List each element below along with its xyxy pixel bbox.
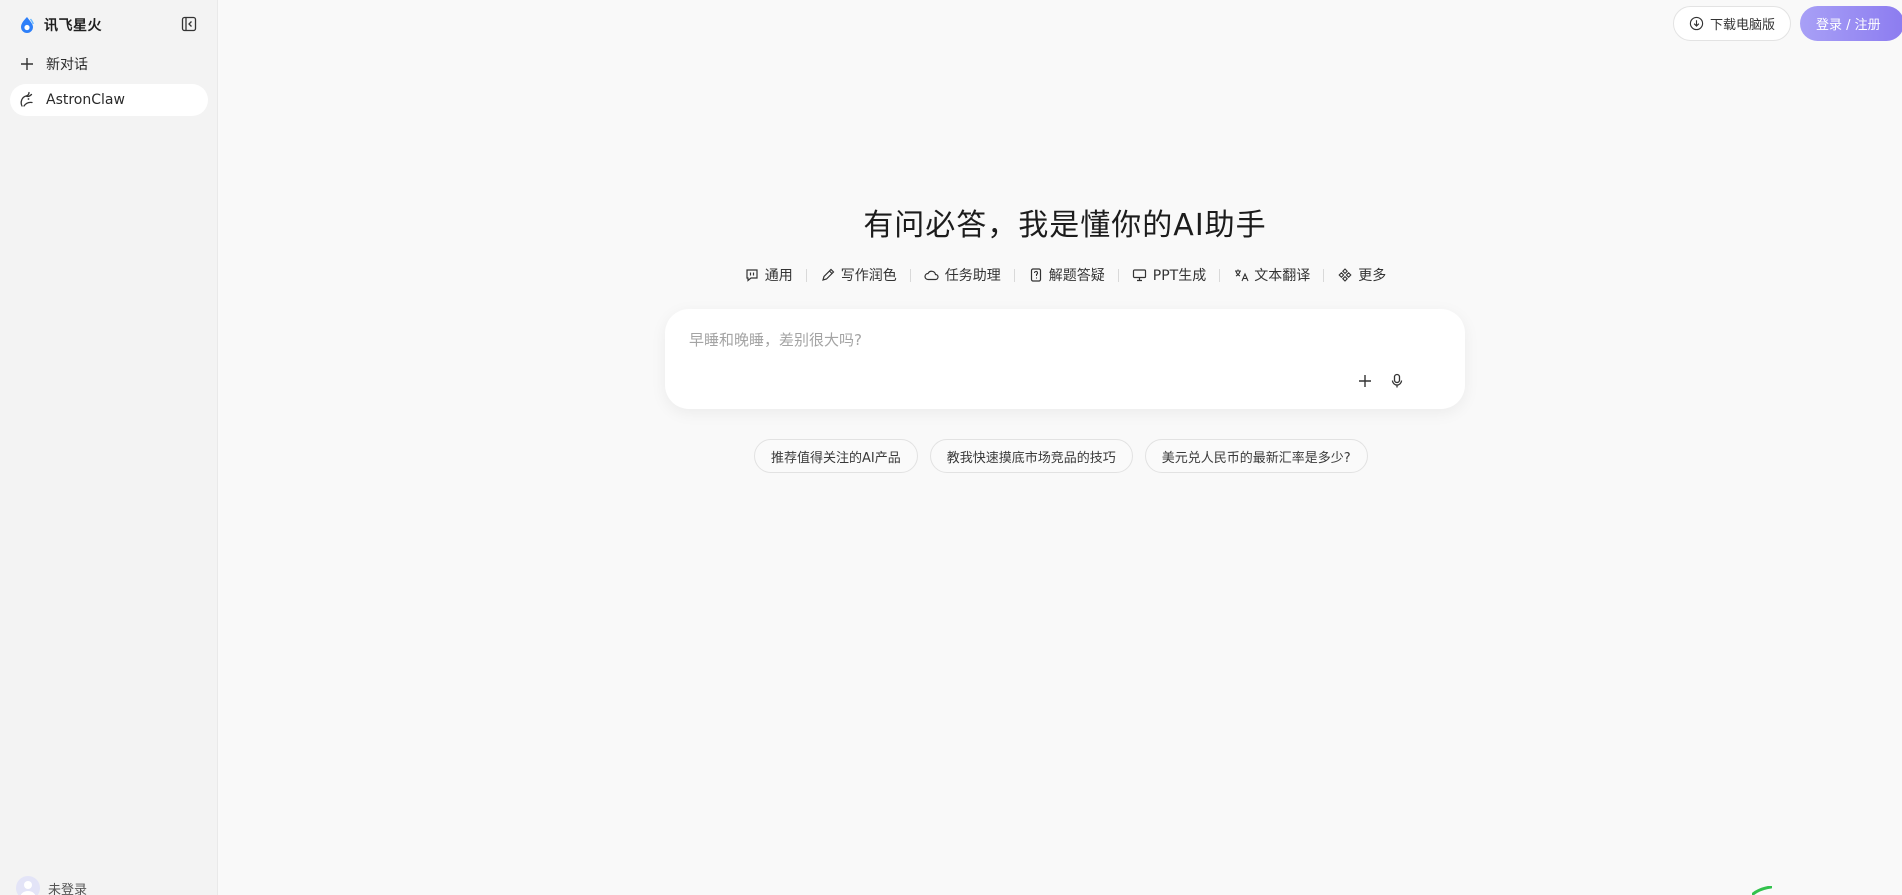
tab-label: 更多 xyxy=(1358,268,1387,284)
spark-logo-icon xyxy=(18,16,36,34)
translate-icon xyxy=(1233,267,1249,283)
download-label: 下载电脑版 xyxy=(1709,18,1775,33)
page-title: 有问必答，我是懂你的AI助手 xyxy=(863,208,1267,243)
suggestion-chip[interactable]: 教我快速摸底市场竞品的技巧 xyxy=(929,439,1133,473)
voice-input-button[interactable] xyxy=(1387,371,1407,391)
microphone-icon xyxy=(1391,373,1403,388)
plus-icon xyxy=(18,55,36,73)
new-chat-button[interactable]: 新对话 xyxy=(10,48,208,80)
tab-more[interactable]: 更多 xyxy=(1324,264,1399,286)
decorative-swoosh-icon xyxy=(1752,886,1772,895)
tab-label: PPT生成 xyxy=(1152,268,1207,284)
claw-icon xyxy=(18,91,36,109)
suggestion-chip[interactable]: 美元兑人民币的最新汇率是多少? xyxy=(1144,439,1368,473)
presentation-icon xyxy=(1132,267,1148,283)
sidebar-collapse-icon xyxy=(181,16,197,32)
plus-icon xyxy=(1359,375,1371,387)
more-grid-icon xyxy=(1337,267,1353,283)
mode-tabs: 通用 写作润色 任务助理 解题答疑 PPT生成 文本翻译 更多 xyxy=(700,264,1430,286)
brand-name: 讯飞星火 xyxy=(44,18,102,34)
tab-translate[interactable]: 文本翻译 xyxy=(1220,264,1323,286)
download-icon xyxy=(1689,16,1704,31)
login-register-button[interactable]: 登录 / 注册 xyxy=(1800,6,1902,41)
suggestion-chips: 推荐值得关注的AI产品 教我快速摸底市场竞品的技巧 美元兑人民币的最新汇率是多少… xyxy=(754,439,1368,473)
chat-input-box xyxy=(665,309,1465,409)
suggestion-chip[interactable]: 推荐值得关注的AI产品 xyxy=(754,439,918,473)
tab-label: 任务助理 xyxy=(944,268,1001,284)
tab-label: 写作润色 xyxy=(840,268,897,284)
tab-label: 通用 xyxy=(764,268,793,284)
user-status-label: 未登录 xyxy=(48,882,88,895)
sidebar-item-astronclaw[interactable]: AstronClaw xyxy=(10,84,208,116)
tab-label: 文本翻译 xyxy=(1254,268,1311,284)
tab-ppt[interactable]: PPT生成 xyxy=(1119,264,1219,286)
chat-input[interactable] xyxy=(689,322,1389,358)
login-label: 登录 / 注册 xyxy=(1816,18,1881,33)
sidebar-item-label: AstronClaw xyxy=(46,92,125,108)
question-doc-icon xyxy=(1028,267,1044,283)
tab-problem-solving[interactable]: 解题答疑 xyxy=(1015,264,1118,286)
brand[interactable]: 讯飞星火 xyxy=(18,14,102,36)
tab-label: 解题答疑 xyxy=(1048,268,1105,284)
tab-general[interactable]: 通用 xyxy=(731,264,806,286)
sidebar: 讯飞星火 新对话 AstronClaw 未登录 xyxy=(0,0,218,895)
new-chat-label: 新对话 xyxy=(46,57,88,73)
cloud-icon xyxy=(924,267,940,283)
tab-task-assistant[interactable]: 任务助理 xyxy=(911,264,1014,286)
chat-icon xyxy=(744,267,760,283)
tab-writing[interactable]: 写作润色 xyxy=(807,264,910,286)
attach-button[interactable] xyxy=(1355,371,1375,391)
avatar-icon xyxy=(16,876,40,895)
app-window: 讯飞星火 新对话 AstronClaw 未登录 下载电脑版 登录 / 注册 有问… xyxy=(0,0,1902,895)
pen-icon xyxy=(820,267,836,283)
sidebar-collapse-button[interactable] xyxy=(180,15,198,33)
user-login-status[interactable]: 未登录 xyxy=(16,876,87,895)
download-desktop-button[interactable]: 下载电脑版 xyxy=(1673,6,1791,41)
